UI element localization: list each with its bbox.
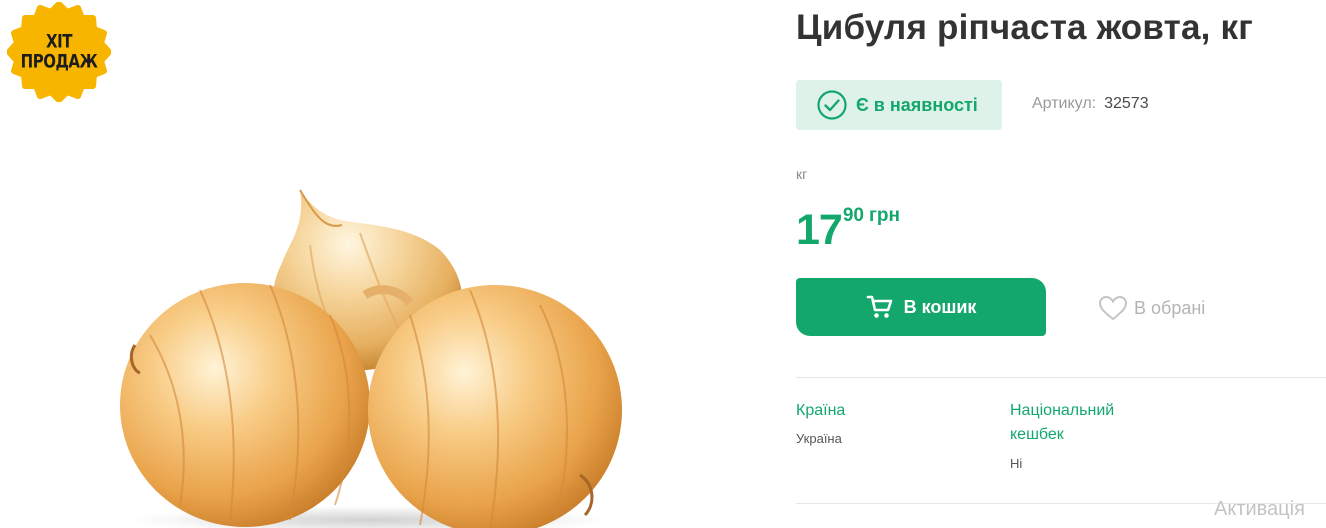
product-gallery: ХІТ ПРОДАЖ	[0, 0, 760, 528]
sku: Артикул: 32573	[1032, 95, 1149, 113]
attribute-cashback-name: Національний кешбек	[1010, 402, 1115, 443]
add-to-favorites-label: В обрані	[1134, 297, 1206, 318]
add-to-favorites-button[interactable]: В обрані	[1098, 295, 1205, 321]
attribute-country-value: Україна	[796, 431, 842, 446]
price-currency: грн	[868, 205, 900, 226]
stock-status-label: Є в наявності	[856, 94, 978, 115]
add-to-cart-label: В кошик	[903, 296, 977, 317]
price: 1790 грн	[796, 205, 900, 255]
sku-value: 32573	[1104, 95, 1149, 112]
price-unit: кг	[796, 166, 808, 182]
cart-icon	[866, 295, 892, 318]
onion-product-image[interactable]	[110, 185, 630, 528]
price-integer: 17	[796, 206, 843, 254]
badge-line-2: ПРОДАЖ	[20, 49, 98, 73]
attribute-cashback-value: Ні	[1010, 456, 1023, 471]
divider	[796, 377, 1326, 378]
windows-activation-watermark: Активація	[1214, 498, 1305, 520]
add-to-cart-button[interactable]: В кошик	[796, 278, 1046, 336]
check-circle-icon	[817, 90, 847, 120]
price-fraction: 90	[842, 205, 864, 226]
bestseller-badge: ХІТ ПРОДАЖ	[7, 2, 111, 102]
heart-icon	[1098, 295, 1128, 321]
stock-status-badge: Є в наявності	[796, 80, 1002, 130]
attribute-country-name: Країна	[796, 402, 846, 419]
sku-label: Артикул:	[1032, 95, 1097, 112]
product-title: Цибуля ріпчаста жовта, кг	[796, 8, 1253, 47]
